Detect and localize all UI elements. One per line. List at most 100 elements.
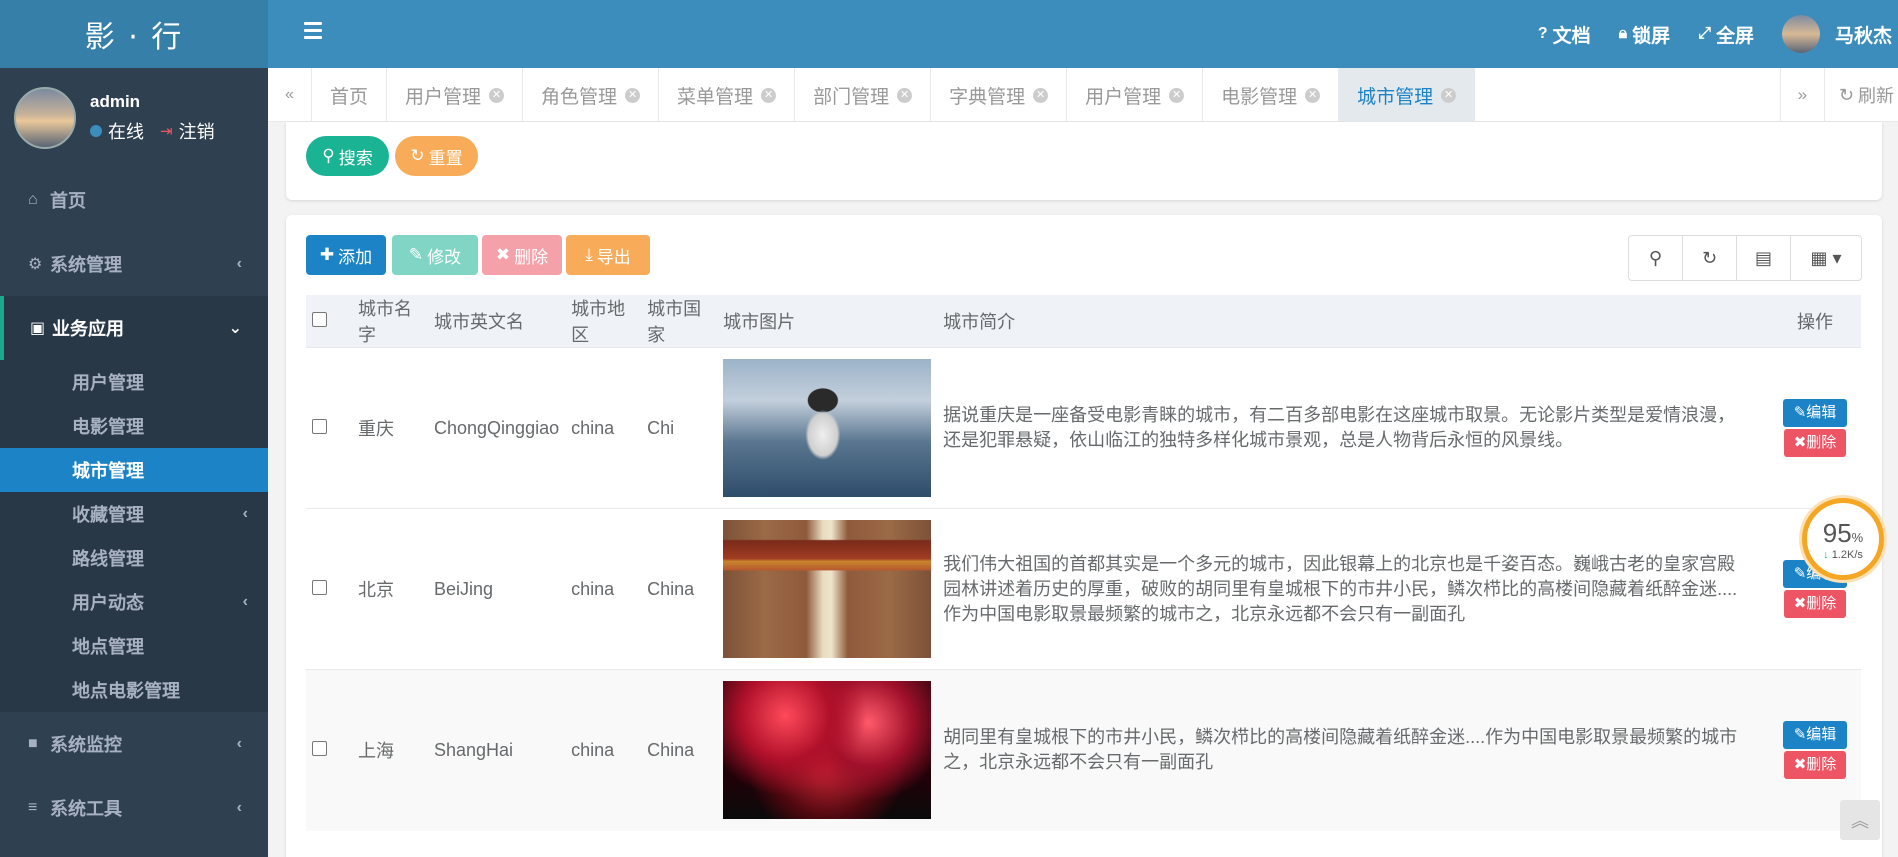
sidebar-subitem-movies[interactable]: 电影管理 — [0, 404, 268, 448]
table-panel: ✚ 添加 ✎ 修改 ✖ 删除 ⤓ 导出 ⚲ ↻ ▤ ▦ ▾ 城市名字 城市英文名… — [286, 215, 1882, 857]
logout-link[interactable]: 注销 — [179, 118, 215, 144]
back-to-top-icon[interactable]: ︽ — [1840, 800, 1880, 840]
table-row[interactable]: 北京 BeiJing china China 我们伟大祖国的首都其实是一个多元的… — [306, 508, 1861, 670]
col-image[interactable]: 城市图片 — [717, 295, 937, 348]
select-all-checkbox[interactable] — [312, 311, 327, 327]
speed-rate: 1.2K/s — [1831, 548, 1863, 561]
col-en-name[interactable]: 城市英文名 — [428, 295, 565, 348]
docs-link[interactable]: ? 文档 — [1538, 21, 1591, 48]
tab-dept-mgmt[interactable]: 部门管理 ✕ — [795, 68, 932, 121]
col-name[interactable]: 城市名字 — [352, 295, 428, 348]
row-checkbox[interactable] — [312, 418, 327, 434]
reset-button[interactable]: ↻ 重置 — [395, 136, 478, 176]
refresh-icon: ↻ — [410, 146, 425, 165]
close-icon[interactable]: ✕ — [625, 87, 641, 103]
sidebar-item-system[interactable]: ⚙ 系统管理 ‹ — [0, 232, 268, 296]
tab-city-mgmt[interactable]: 城市管理 ✕ — [1339, 68, 1476, 121]
avatar[interactable] — [14, 87, 76, 149]
city-image[interactable] — [723, 681, 932, 820]
user-menu[interactable]: 马秋杰 — [1781, 15, 1892, 53]
search-toggle-icon[interactable]: ⚲ — [1629, 236, 1683, 280]
app-logo[interactable]: 影 · 行 — [0, 0, 268, 68]
search-icon: ⚲ — [322, 146, 335, 165]
tab-dict-mgmt[interactable]: 字典管理 ✕ — [931, 68, 1068, 121]
sidebar-subitem-location-movies[interactable]: 地点电影管理 — [0, 668, 268, 712]
table-row[interactable]: 重庆 ChongQinggiao china Chi 据说重庆是一座备受电影青睐… — [306, 347, 1861, 509]
tab-scroll-right-icon[interactable]: » — [1779, 68, 1824, 122]
delete-button[interactable]: ✖ 删除 — [482, 235, 562, 275]
toggle-view-icon[interactable]: ▤ — [1737, 236, 1791, 280]
tab-role-mgmt[interactable]: 角色管理 ✕ — [523, 68, 660, 121]
columns-dropdown-icon[interactable]: ▦ ▾ — [1791, 236, 1861, 280]
briefcase-icon: ▣ — [30, 320, 46, 337]
cell-ops: ✎编辑 ✖删除 — [1769, 347, 1861, 509]
add-button[interactable]: ✚ 添加 — [306, 235, 386, 275]
home-icon: ⌂ — [28, 191, 38, 208]
col-region[interactable]: 城市地区 — [565, 295, 641, 348]
lock-screen-link[interactable]: 🔒︎ 锁屏 — [1619, 21, 1671, 48]
col-intro[interactable]: 城市简介 — [937, 295, 1769, 348]
tab-label: 字典管理 — [949, 86, 1026, 108]
expand-icon: ⤢ — [1698, 25, 1711, 42]
row-edit-button[interactable]: ✎编辑 — [1783, 399, 1847, 427]
close-icon[interactable]: ✕ — [761, 87, 777, 103]
close-icon[interactable]: ✕ — [1305, 87, 1321, 103]
row-delete-button[interactable]: ✖删除 — [1784, 429, 1846, 457]
cell-country: Chi — [641, 347, 718, 509]
close-icon[interactable]: ✕ — [897, 87, 913, 103]
fullscreen-link[interactable]: ⤢ 全屏 — [1698, 21, 1754, 48]
tab-scroll-left-icon[interactable]: « — [268, 68, 312, 122]
speed-unit: % — [1851, 529, 1864, 545]
download-icon: ⤓ — [585, 245, 593, 264]
refresh-table-icon[interactable]: ↻ — [1683, 236, 1737, 280]
lock-label: 锁屏 — [1632, 25, 1671, 47]
cell-region: china — [565, 508, 642, 670]
cell-intro: 据说重庆是一座备受电影青睐的城市，有二百多部电影在这座城市取景。无论影片类型是爱… — [937, 347, 1769, 509]
close-icon[interactable]: ✕ — [1441, 87, 1457, 103]
tab-menu-mgmt[interactable]: 菜单管理 ✕ — [659, 68, 796, 121]
close-icon[interactable]: ✕ — [1033, 87, 1049, 103]
table-tools: ⚲ ↻ ▤ ▦ ▾ — [1628, 235, 1862, 281]
city-image[interactable] — [723, 359, 932, 497]
sidebar-subitem-cities[interactable]: 城市管理 — [0, 448, 268, 492]
sidebar-item-home[interactable]: ⌂ 首页 — [0, 168, 268, 232]
row-checkbox[interactable] — [312, 740, 327, 756]
network-speed-widget[interactable]: 95% ↓ 1.2K/s — [1802, 498, 1884, 580]
row-edit-button[interactable]: ✎编辑 — [1783, 721, 1847, 750]
sidebar-item-monitor[interactable]: ■ 系统监控 ‹ — [0, 712, 268, 776]
reset-label: 重置 — [428, 148, 463, 168]
row-checkbox[interactable] — [312, 579, 327, 595]
close-icon[interactable]: ✕ — [1169, 87, 1185, 103]
edit-button[interactable]: ✎ 修改 — [392, 235, 478, 275]
logout-icon[interactable]: ⇥ — [160, 122, 173, 140]
search-button[interactable]: ⚲ 搜索 — [306, 136, 389, 176]
row-delete-button[interactable]: ✖删除 — [1784, 590, 1846, 618]
close-icon[interactable]: ✕ — [489, 87, 505, 103]
tab-user-mgmt-2[interactable]: 用户管理 ✕ — [1067, 68, 1204, 121]
sidebar-subitem-locations[interactable]: 地点管理 — [0, 624, 268, 668]
user-status: 在线 — [108, 122, 144, 142]
sidebar-subitem-favorites[interactable]: 收藏管理 ‹ — [0, 492, 268, 536]
cell-name: 重庆 — [352, 347, 428, 509]
sidebar-item-label: 业务应用 — [52, 319, 124, 339]
col-country[interactable]: 城市国家 — [641, 295, 717, 348]
menu-toggle-icon[interactable] — [304, 22, 322, 43]
row-delete-button[interactable]: ✖删除 — [1784, 751, 1846, 780]
cell-image — [717, 347, 938, 509]
sidebar-item-business[interactable]: ▣ 业务应用 ⌄ — [0, 296, 268, 360]
sidebar-subitem-users[interactable]: 用户管理 — [0, 360, 268, 404]
tab-user-mgmt[interactable]: 用户管理 ✕ — [387, 68, 524, 121]
tab-movie-mgmt[interactable]: 电影管理 ✕ — [1203, 68, 1340, 121]
city-image[interactable] — [723, 520, 932, 658]
sidebar-item-tools[interactable]: ≡ 系统工具 ‹ — [0, 776, 268, 840]
avatar — [1781, 15, 1820, 53]
tab-label: 用户管理 — [405, 86, 482, 108]
refresh-label: 刷新 — [1858, 86, 1894, 106]
export-button[interactable]: ⤓ 导出 — [566, 235, 650, 275]
export-label: 导出 — [596, 247, 631, 267]
table-row[interactable]: 上海 ShangHai china China 胡同里有皇城根下的市井小民，鳞次… — [306, 669, 1861, 831]
tab-home[interactable]: 首页 — [312, 68, 388, 121]
sidebar-subitem-user-feed[interactable]: 用户动态 ‹ — [0, 580, 268, 624]
refresh-tab-button[interactable]: ↻ 刷新 — [1823, 68, 1898, 122]
sidebar-subitem-routes[interactable]: 路线管理 — [0, 536, 268, 580]
